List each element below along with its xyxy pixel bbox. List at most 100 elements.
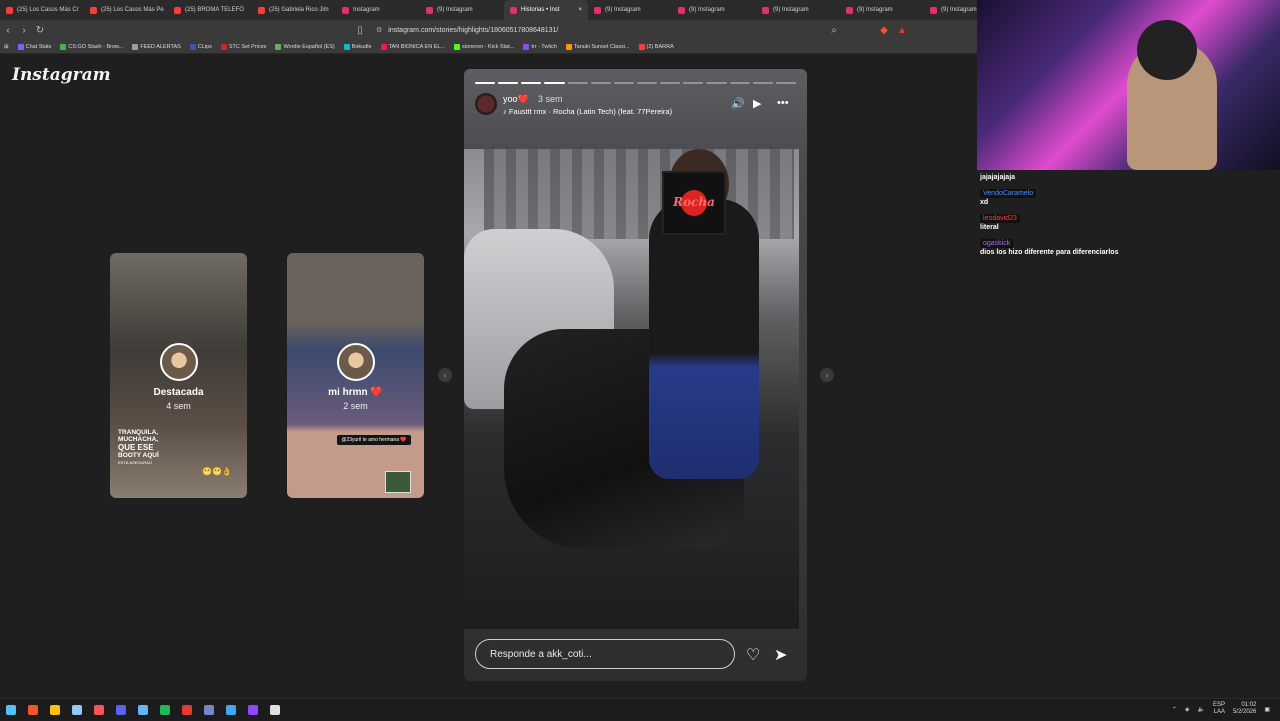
previous-story-arrow-icon[interactable]: ‹ [438, 368, 452, 382]
obs-icon[interactable] [88, 699, 110, 721]
app-icon[interactable] [198, 699, 220, 721]
chat-text: jajajajajaja [980, 174, 1016, 181]
story-avatar[interactable] [475, 93, 497, 115]
play-icon[interactable]: ▶ [753, 97, 761, 110]
browser-tab[interactable]: (9) Instagram [420, 0, 504, 20]
folder-icon[interactable] [44, 699, 66, 721]
speaker-icon[interactable]: 🔈 [1197, 706, 1204, 713]
heart-icon[interactable]: ♡ [746, 645, 760, 665]
browser-tab[interactable]: (9) Instagram [756, 0, 840, 20]
chat-username[interactable]: VendoCaramelo [980, 189, 1037, 198]
brave-icon[interactable] [22, 699, 44, 721]
language-indicator[interactable]: ESP LAA [1213, 702, 1225, 716]
browser-tab-strip: (25) Los Casos Más Cr (25) Los Casos Más … [0, 0, 980, 20]
volume-icon[interactable]: 🔊 [731, 97, 745, 110]
teamviewer-icon[interactable] [220, 699, 242, 721]
tab-title: (25) Gabriela Rico Jim [269, 7, 329, 13]
close-tab-icon[interactable]: × [578, 7, 582, 13]
back-icon[interactable]: ‹ [0, 25, 16, 36]
browser-tab[interactable]: Historias • Inst × [504, 0, 588, 20]
chat-message: ogaskick dios los hizo diferente para dif… [980, 239, 1277, 257]
bookmark-label: sioneron - Kick Stat... [462, 43, 515, 50]
bookmark-item[interactable]: CLips [189, 43, 212, 50]
site-info-icon[interactable]: ⚙ [376, 26, 382, 34]
bookmark-item[interactable]: Chat Stats [17, 43, 51, 50]
bookmark-item[interactable]: CS:GO Stash - Brow... [60, 43, 124, 50]
browser-tab[interactable]: Instagram [336, 0, 420, 20]
story-viewer[interactable]: yoo❤️ 3 sem ♪ Fausttt rmx · Rocha (Latin… [464, 69, 807, 681]
bookmark-label: Wordle Español (ES) [283, 43, 335, 50]
chat-username[interactable]: ogaskick [980, 239, 1014, 248]
bookmark-item[interactable]: TAN BIONICA EN EL... [380, 43, 446, 50]
bookmark-item[interactable]: Wordle Español (ES) [275, 43, 335, 50]
bookmark-item[interactable]: Bokudle [343, 43, 372, 50]
apps-grid-icon[interactable]: ⊞ [4, 44, 9, 50]
bookmark-item[interactable]: (2) BARRA [638, 43, 674, 50]
url-field[interactable]: ⚙ instagram.com/stories/highlights/18060… [376, 23, 896, 37]
bookmark-label: CS:GO Stash - Brow... [68, 43, 124, 50]
rider [649, 199, 759, 479]
browser-tab[interactable]: (25) Gabriela Rico Jim [252, 0, 336, 20]
tab-title: (9) Instagram [857, 7, 893, 13]
chat-username[interactable]: leodavid23 [980, 214, 1020, 223]
thumbnail-image [385, 471, 411, 493]
bookmark-item[interactable]: sioneron - Kick Stat... [454, 43, 515, 50]
chevron-up-icon[interactable]: ⌃ [1172, 706, 1177, 713]
brave-rewards-icon[interactable]: ▲ [894, 25, 910, 36]
bookmark-label: TAN BIONICA EN EL... [388, 43, 446, 50]
highlight-preview-destacada[interactable]: Destacada 4 sem TRANQUILA, MUCHACHA, QUE… [110, 253, 247, 498]
monitor-icon[interactable] [132, 699, 154, 721]
back-icon[interactable] [264, 699, 286, 721]
bookmark-label: STC Set Prices [228, 43, 267, 50]
discord-icon[interactable] [110, 699, 132, 721]
browser-tab[interactable]: (9) Instagram [840, 0, 924, 20]
zoom-icon[interactable]: ⌕ [826, 25, 842, 36]
bookmark-item[interactable]: FEED ALERTAS [132, 43, 181, 50]
send-icon[interactable]: ➤ [774, 645, 787, 665]
forward-icon[interactable]: › [16, 25, 32, 36]
browser-tab[interactable]: (25) BROMA TELEFÓ [168, 0, 252, 20]
emoji-sticker: 😬😬👌 [202, 467, 232, 476]
story-time-ago: 3 sem [538, 94, 563, 104]
bookmark-item[interactable]: STC Set Prices [220, 43, 267, 50]
next-story-arrow-icon[interactable]: › [820, 368, 834, 382]
steam-icon[interactable] [66, 699, 88, 721]
bookmark-item[interactable]: Tanuki Sunset Classi... [565, 43, 630, 50]
progress-segment [544, 82, 565, 84]
progress-segment [613, 82, 634, 84]
more-options-icon[interactable]: ••• [777, 97, 789, 109]
stream-chat: jajajajajaja VendoCaramelo xd leodavid23 lit… [977, 170, 1280, 267]
clock[interactable]: 01:02 5/2/2026 [1233, 702, 1256, 716]
story-username[interactable]: yoo❤️ [503, 94, 529, 105]
browser-tab[interactable]: (9) Instagram [672, 0, 756, 20]
bookmark-item[interactable]: trr - Twitch [523, 43, 557, 50]
notification-icon[interactable]: ▣ [1264, 706, 1270, 713]
browser-tab[interactable]: (9) Instagram [924, 0, 980, 20]
tab-favicon-icon [174, 6, 181, 14]
tab-title: (9) Instagram [605, 7, 641, 13]
bookmark-favicon-icon [380, 43, 387, 50]
browser-tab[interactable]: (9) Instagram [588, 0, 672, 20]
start-icon[interactable] [0, 699, 22, 721]
highlight-ago: 4 sem [166, 401, 191, 411]
network-icon[interactable]: ◈ [1185, 706, 1190, 713]
brave-shield-icon[interactable]: ◆ [876, 25, 892, 36]
highlight-preview-mi-hrmn[interactable]: mi hrmn ❤️ 2 sem @23yuril te amo hermana… [287, 253, 424, 498]
bookmark-icon[interactable]: ▯ [352, 25, 368, 36]
bookmark-favicon-icon [60, 43, 67, 50]
chat-message: leodavid23 literal [980, 214, 1277, 232]
tab-favicon-icon [846, 6, 853, 14]
progress-segment [521, 82, 542, 84]
browser-tab[interactable]: (25) Los Casos Más Cr [0, 0, 84, 20]
story-progress-bars [475, 82, 796, 84]
story-song[interactable]: ♪ Fausttt rmx · Rocha (Latin Tech) (feat… [503, 107, 672, 116]
browser-tab[interactable]: (25) Los Casos Más Pe [84, 0, 168, 20]
instagram-logo[interactable]: Instagram [12, 65, 111, 85]
reply-input[interactable]: Responde a akk_coti... [475, 639, 735, 669]
reload-icon[interactable]: ↻ [32, 25, 48, 36]
tab-title: (25) BROMA TELEFÓ [185, 7, 244, 13]
twitch-icon[interactable] [242, 699, 264, 721]
news-icon[interactable] [176, 699, 198, 721]
spotify-icon[interactable] [154, 699, 176, 721]
story-sticker: Rocha [662, 171, 726, 235]
